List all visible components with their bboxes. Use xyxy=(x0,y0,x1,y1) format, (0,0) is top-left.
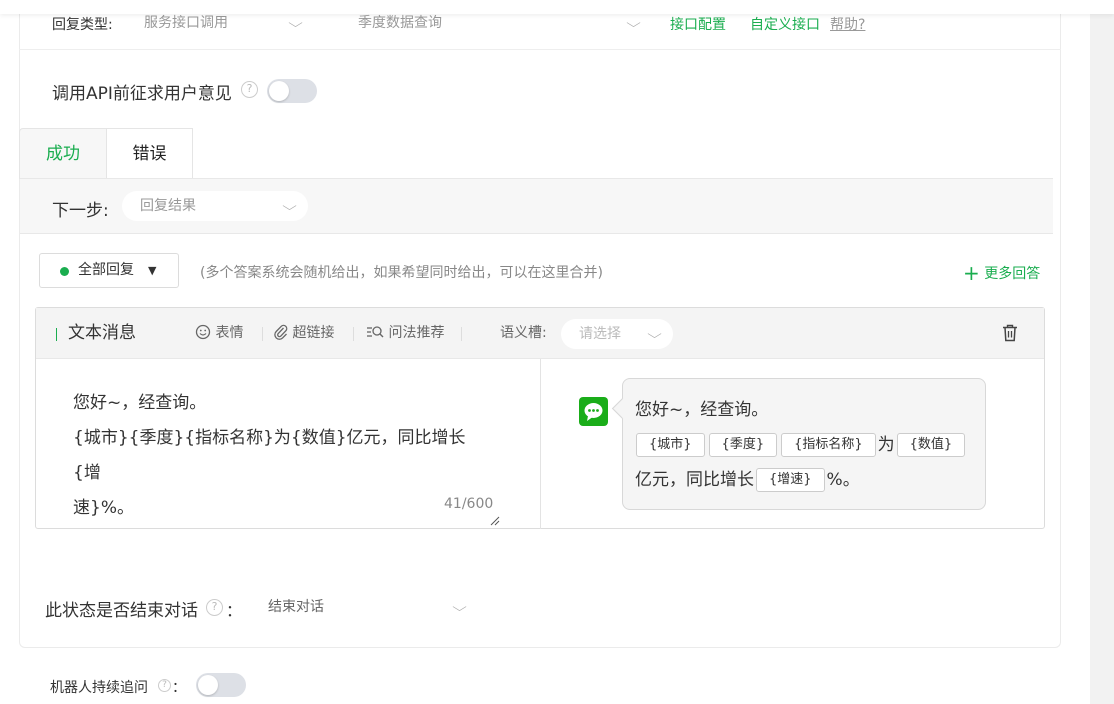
caret-down-icon: ▼ xyxy=(148,264,157,277)
help-circle-icon[interactable]: ? xyxy=(241,81,258,98)
tab-error[interactable]: 错误 xyxy=(106,128,193,179)
more-answers-button[interactable]: + 更多回答 xyxy=(963,261,1040,285)
plus-icon: + xyxy=(963,261,980,285)
page-scrollbar-track[interactable] xyxy=(1090,0,1114,704)
preview-text: 亿元，同比增长 xyxy=(635,470,754,490)
consent-label: 调用API前征求用户意见 xyxy=(52,84,232,104)
followup-colon: ： xyxy=(172,680,186,696)
consent-toggle[interactable] xyxy=(267,79,317,103)
next-step-select[interactable]: 回复结果 ⌵ xyxy=(122,191,308,221)
variable-chip: {指标名称} xyxy=(781,433,876,457)
slot-select[interactable]: 请选择 ⌵ xyxy=(561,319,673,349)
custom-api-link[interactable]: 自定义接口 xyxy=(750,14,820,34)
slot-label: 语义槽: xyxy=(500,325,547,341)
message-preview-bubble: 您好~，经查询。 {城市} {季度} {指标名称} 为 {数值} 亿元，同比增长 {增速}… xyxy=(622,378,986,510)
chevron-down-icon: ⌵ xyxy=(282,199,297,213)
end-state-colon: ： xyxy=(226,601,243,620)
preview-text: 为 xyxy=(877,435,895,455)
message-textarea[interactable]: 您好~，经查询。 {城市}{季度}{指标名称}为{数值}亿元，同比增长{增 速}… xyxy=(73,386,493,526)
question-recommend-button[interactable]: 问法推荐 xyxy=(366,308,444,359)
editor-toolbar: 文本消息 表情 超链接 问法推荐 语义槽: 请选择 ⌵ xyxy=(36,308,1044,359)
reply-mode-hint: (多个答案系统会随机给出，如果希望同时给出，可以在这里合并) xyxy=(200,265,603,281)
smile-icon xyxy=(195,324,211,340)
end-state-label: 此状态是否结束对话 xyxy=(45,601,198,621)
reply-type-value: 服务接口调用 xyxy=(144,15,228,31)
next-step-value: 回复结果 xyxy=(140,198,196,214)
help-link[interactable]: 帮助? xyxy=(830,14,865,34)
question-recommend-label: 问法推荐 xyxy=(388,325,445,341)
hyperlink-label: 超链接 xyxy=(292,325,335,341)
chevron-down-icon: ⌵ xyxy=(647,327,662,341)
top-shadow-strip xyxy=(0,0,1114,14)
paperclip-icon xyxy=(274,324,288,340)
editor-divider xyxy=(540,359,541,529)
end-state-select[interactable]: 结束对话 ⌵ xyxy=(250,592,478,622)
slot-placeholder: 请选择 xyxy=(579,326,621,342)
emoji-label: 表情 xyxy=(215,325,244,341)
preview-text: %。 xyxy=(826,470,860,490)
message-line: 速}%。 xyxy=(73,498,134,518)
toolbar-separator xyxy=(353,327,354,341)
hyperlink-button[interactable]: 超链接 xyxy=(274,308,334,359)
variable-chip: {增速} xyxy=(756,468,825,492)
next-step-label: 下一步: xyxy=(52,201,109,221)
chevron-down-icon: ⌵ xyxy=(452,600,467,614)
trash-icon xyxy=(1003,324,1017,342)
preview-line: {城市} {季度} {指标名称} 为 {数值} xyxy=(634,428,985,463)
char-counter: 41/600 xyxy=(444,496,494,512)
help-circle-icon[interactable]: ? xyxy=(206,599,223,616)
editor-title: 文本消息 xyxy=(68,323,136,343)
help-circle-icon[interactable]: ? xyxy=(158,679,171,692)
tab-success[interactable]: 成功 xyxy=(19,128,107,179)
preview-line: 您好~，经查询。 xyxy=(635,400,769,420)
variable-chip: {季度} xyxy=(708,433,778,457)
variable-chip: {数值} xyxy=(896,433,966,457)
resize-handle[interactable] xyxy=(490,516,500,526)
toggle-knob xyxy=(198,675,218,695)
toolbar-separator xyxy=(262,327,263,341)
reply-mode-dropdown[interactable]: 全部回复 ▼ xyxy=(39,253,179,288)
variable-chip: {城市} xyxy=(636,433,705,457)
preview-line: 亿元，同比增长 {增速}%。 xyxy=(635,463,985,498)
delete-button[interactable] xyxy=(1002,324,1018,346)
api-config-link[interactable]: 接口配置 xyxy=(670,14,726,34)
message-line: 您好~，经查询。 xyxy=(73,393,207,413)
followup-toggle[interactable] xyxy=(196,673,246,697)
wechat-message-icon xyxy=(579,397,608,426)
title-accent-bar xyxy=(56,328,57,341)
followup-label: 机器人持续追问 xyxy=(50,680,148,696)
end-state-value: 结束对话 xyxy=(268,599,324,615)
more-answers-label: 更多回答 xyxy=(984,266,1041,282)
toggle-knob xyxy=(269,81,289,101)
toolbar-separator xyxy=(461,327,462,341)
reply-type-label: 回复类型: xyxy=(52,17,113,33)
query-value: 季度数据查询 xyxy=(358,15,442,31)
list-search-icon xyxy=(367,326,384,338)
status-dot xyxy=(60,267,69,276)
reply-mode-label: 全部回复 xyxy=(78,262,134,278)
message-line: {城市}{季度}{指标名称}为{数值}亿元，同比增长{增 xyxy=(73,428,466,483)
emoji-button[interactable]: 表情 xyxy=(195,308,243,359)
